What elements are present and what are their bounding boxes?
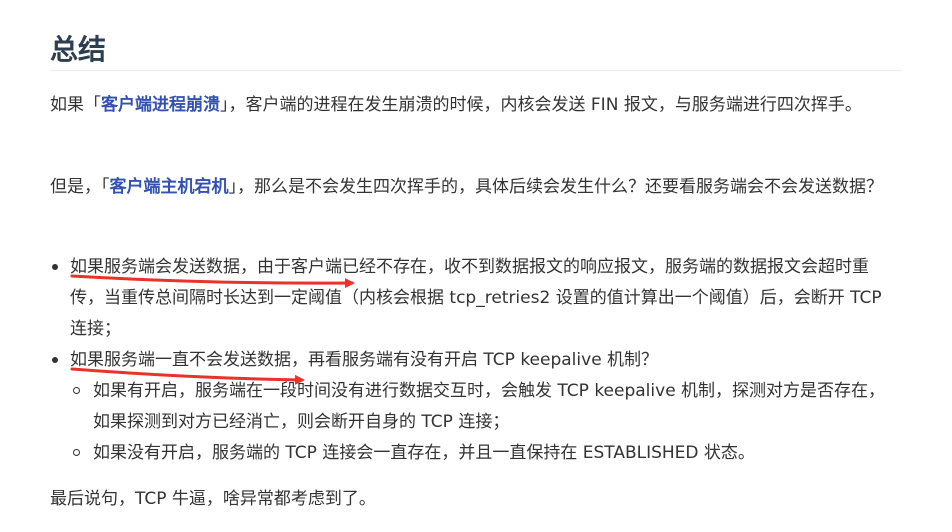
paragraph-process-crash: 如果「客户端进程崩溃」，客户端的进程在发生崩溃的时候，内核会发送 FIN 报文，… — [50, 90, 902, 121]
list-item-text: 如果服务端一直不会发送数据，再看服务端有没有开启 TCP keepalive 机… — [70, 350, 659, 370]
sub-list-item-text: 如果有开启，服务端在一段时间没有进行数据交互时，会触发 TCP keepaliv… — [93, 381, 886, 432]
bullet-dot — [52, 264, 58, 270]
para2-prefix: 但是，「 — [50, 177, 110, 197]
sub-list-item: 如果有开启，服务端在一段时间没有进行数据交互时，会触发 TCP keepaliv… — [70, 376, 902, 438]
list-item: 如果服务端一直不会发送数据，再看服务端有没有开启 TCP keepalive 机… — [50, 345, 902, 469]
sub-list-item-text: 如果没有开启，服务端的 TCP 连接会一直存在，并且一直保持在 ESTABLIS… — [93, 443, 755, 463]
section-heading: 总结 — [50, 33, 107, 66]
bullet-circle — [73, 387, 80, 394]
article-content: 总结 如果「客户端进程崩溃」，客户端的进程在发生崩溃的时候，内核会发送 FIN … — [50, 0, 902, 509]
highlight-host-down: 客户端主机宕机 — [109, 177, 229, 197]
bullet-circle — [73, 449, 80, 456]
para1-prefix: 如果「 — [50, 95, 101, 115]
scenario-list: 如果服务端会发送数据，由于客户端已经不存在，收不到数据报文的响应报文，服务端的数… — [50, 252, 902, 469]
list-item: 如果服务端会发送数据，由于客户端已经不存在，收不到数据报文的响应报文，服务端的数… — [50, 252, 902, 345]
sub-list-item: 如果没有开启，服务端的 TCP 连接会一直存在，并且一直保持在 ESTABLIS… — [70, 438, 902, 469]
para1-suffix: 」，客户端的进程在发生崩溃的时候，内核会发送 FIN 报文，与服务端进行四次挥手… — [220, 95, 862, 115]
list-item-text: 如果服务端会发送数据，由于客户端已经不存在，收不到数据报文的响应报文，服务端的数… — [70, 257, 882, 339]
paragraph-conclusion: 最后说句，TCP 牛逼，啥异常都考虑到了。 — [50, 489, 376, 509]
bullet-dot — [52, 357, 58, 363]
para2-suffix: 」，那么是不会发生四次挥手的，具体后续会发生什么？还要看服务端会不会发送数据？ — [228, 177, 884, 197]
sub-list: 如果有开启，服务端在一段时间没有进行数据交互时，会触发 TCP keepaliv… — [70, 376, 902, 469]
paragraph-host-down: 但是，「客户端主机宕机」，那么是不会发生四次挥手的，具体后续会发生什么？还要看服… — [50, 172, 902, 203]
highlight-process-crash: 客户端进程崩溃 — [101, 95, 220, 115]
heading-divider — [50, 70, 902, 71]
